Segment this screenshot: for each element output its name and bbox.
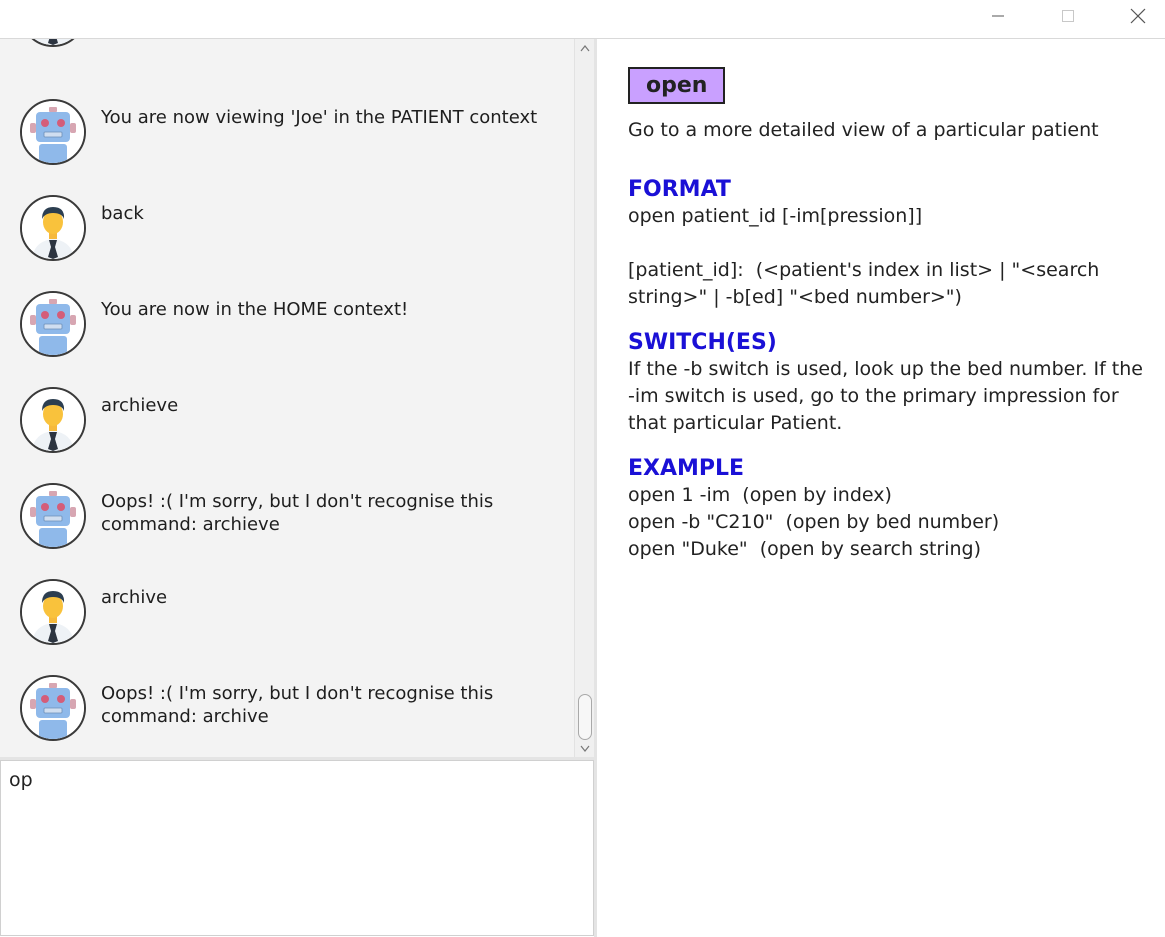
user-avatar-icon: [20, 195, 86, 261]
command-name-badge: open: [628, 67, 726, 104]
switches-body: If the -b switch is used, look up the be…: [628, 358, 1150, 434]
robot-avatar-icon: [20, 291, 86, 357]
minimize-button[interactable]: [975, 0, 1021, 32]
command-input[interactable]: op: [0, 760, 594, 936]
example-heading: EXAMPLE: [628, 456, 745, 481]
example-body: open 1 -im (open by index) open -b "C210…: [628, 484, 1000, 560]
chat-message-bot: Oops! :( I'm sorry, but I don't recognis…: [0, 672, 574, 757]
format-section: FORMAT open patient_id [-im[pression]] […: [628, 176, 1148, 311]
robot-avatar-icon: [20, 99, 86, 165]
chat-message-text: back: [101, 203, 144, 224]
chat-message-bot: You are now viewing 'Joe' in the PATIENT…: [0, 96, 574, 192]
chat-scrollbar[interactable]: [574, 39, 595, 757]
scroll-down-arrow[interactable]: [578, 741, 592, 755]
scroll-thumb[interactable]: [578, 694, 592, 740]
robot-avatar-icon: [20, 675, 86, 741]
minimize-icon: [991, 9, 1005, 23]
command-description: Go to a more detailed view of a particul…: [628, 119, 1099, 141]
chat-message-bot: You are now in the HOME context!: [0, 288, 574, 384]
example-section: EXAMPLE open 1 -im (open by index) open …: [628, 455, 1148, 563]
chat-message-user: archieve: [0, 384, 574, 480]
scroll-up-arrow[interactable]: [578, 41, 592, 55]
switches-section: SWITCH(ES) If the -b switch is used, loo…: [628, 329, 1148, 437]
chat-message-text: archive: [101, 587, 168, 608]
chat-message-user: [0, 39, 574, 71]
chat-message-text: Oops! :( I'm sorry, but I don't recognis…: [101, 491, 494, 535]
chevron-up-icon: [580, 44, 590, 51]
title-bar: [0, 0, 1165, 39]
format-body: open patient_id [-im[pression]] [patient…: [628, 205, 1100, 308]
user-avatar-icon: [20, 39, 86, 47]
chat-message-text: Oops! :( I'm sorry, but I don't recognis…: [101, 683, 494, 727]
chevron-down-icon: [580, 745, 590, 752]
user-avatar-icon: [20, 579, 86, 645]
maximize-icon: [1061, 9, 1075, 23]
user-avatar-icon: [20, 387, 86, 453]
chat-message-text: archieve: [101, 395, 179, 416]
close-icon: [1130, 8, 1146, 24]
chat-message-user: back: [0, 192, 574, 288]
help-panel: open Go to a more detailed view of a par…: [597, 39, 1165, 937]
switches-heading: SWITCH(ES): [628, 330, 777, 355]
close-button[interactable]: [1115, 0, 1161, 32]
robot-avatar-icon: [20, 483, 86, 549]
maximize-button[interactable]: [1045, 0, 1091, 32]
chat-message-text: You are now in the HOME context!: [101, 299, 409, 320]
chat-message-user: archive: [0, 576, 574, 672]
chat-history[interactable]: You are now viewing 'Joe' in the PATIENT…: [0, 39, 574, 757]
chat-message-bot: Oops! :( I'm sorry, but I don't recognis…: [0, 480, 574, 576]
format-heading: FORMAT: [628, 177, 731, 202]
chat-message-text: You are now viewing 'Joe' in the PATIENT…: [101, 107, 538, 128]
